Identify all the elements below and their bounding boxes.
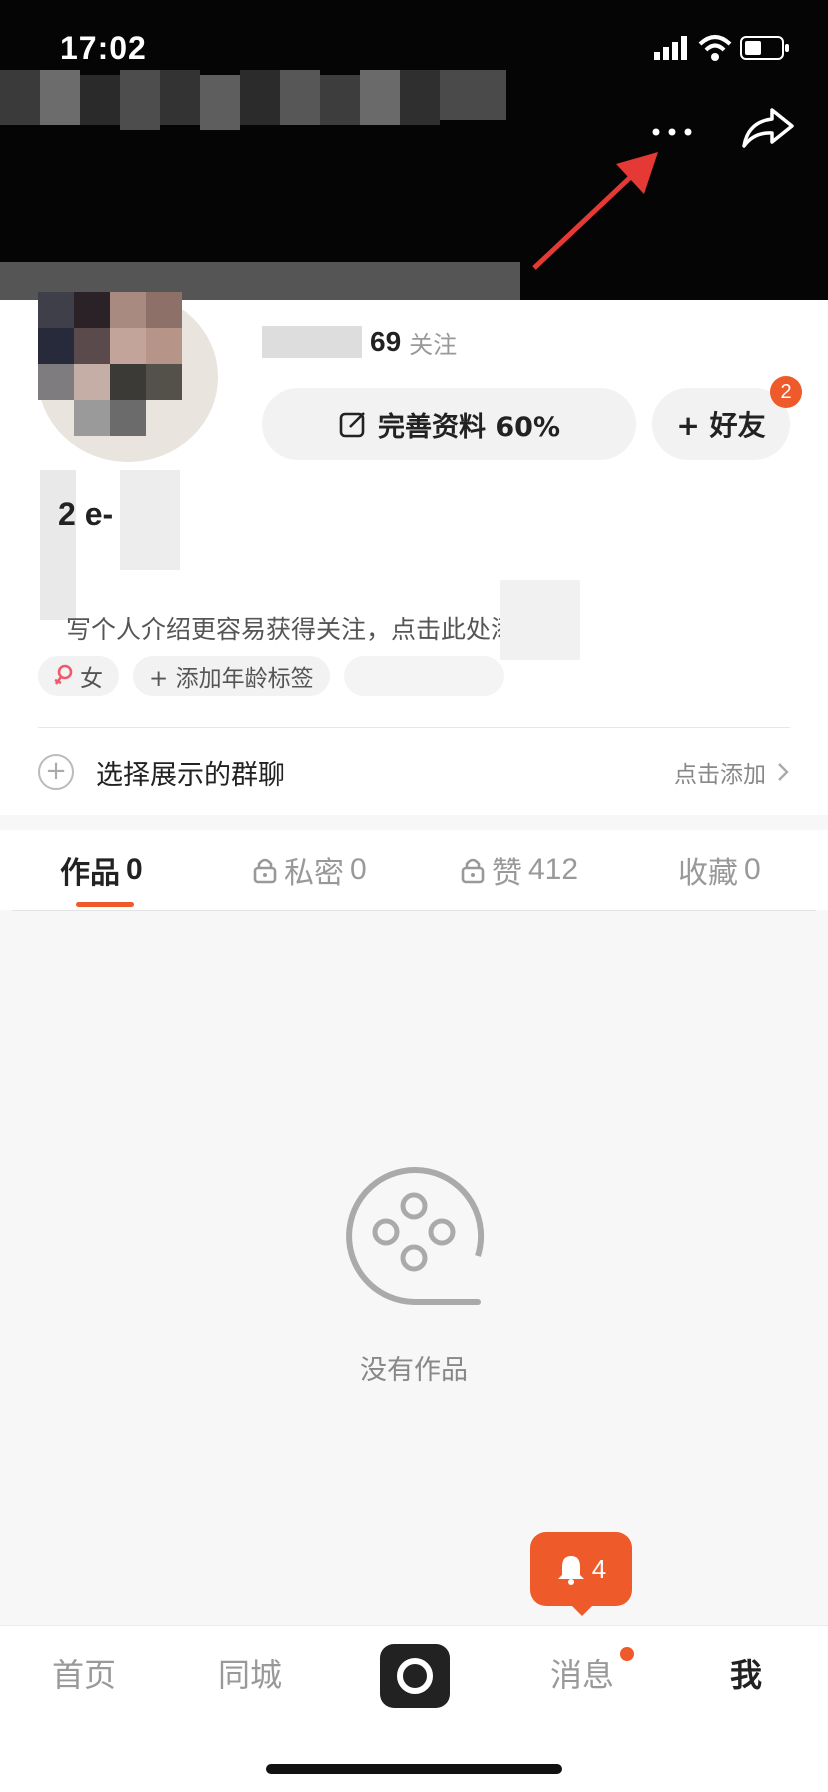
add-friend-label: + 好友 [676,409,766,442]
add-circle-icon: + [38,754,74,790]
tab-works[interactable]: 作品 0 [60,830,143,910]
status-time: 17:02 [60,30,147,66]
lock-icon [253,858,277,884]
nav-me[interactable]: 我 [730,1650,762,1696]
content-tabs: 作品 0 私密 0 赞 412 收藏 0 [0,830,828,910]
more-options-button[interactable] [648,112,696,152]
user-name: 2 e- [58,496,114,532]
censored-stat: 00 [262,326,362,358]
following-count[interactable]: 69 [370,326,401,358]
profile-header: 17:02 [0,0,828,300]
censored-name-block [120,470,180,570]
chevron-right-icon [778,763,789,781]
nav-messages[interactable]: 消息 [550,1650,614,1696]
censored-name-block [40,470,76,620]
complete-profile-button[interactable]: 完善资料 60% [262,388,636,460]
censored-overlay [500,580,580,660]
tab-likes-label: 赞 [492,857,522,890]
tab-works-count: 0 [126,853,143,886]
share-button[interactable] [740,104,796,152]
bubble-tail [570,1604,594,1616]
tab-favorites-label: 收藏 [678,857,738,890]
cellular-signal-icon [654,36,687,60]
wifi-icon [698,35,732,61]
home-indicator [266,1764,562,1774]
nav-camera-button[interactable] [380,1644,450,1708]
gender-tag-label: 女 [80,666,103,692]
add-friend-button[interactable]: + 好友 [652,388,790,460]
annotation-arrow [532,152,658,270]
complete-profile-label: 完善资料 60% [377,411,561,443]
tab-private-label: 私密 [284,857,344,890]
camera-record-icon [397,1658,433,1694]
tab-likes[interactable]: 赞 412 [460,830,578,910]
active-tab-indicator [76,902,134,907]
nav-home[interactable]: 首页 [52,1650,116,1696]
battery-icon [740,36,789,60]
edit-icon [339,412,365,438]
unread-dot [620,1647,634,1661]
tab-favorites-count: 0 [744,853,761,886]
notification-bubble[interactable]: 4 [530,1532,632,1606]
bell-icon [557,1556,584,1585]
notification-count: 4 [591,1553,607,1584]
tab-divider [12,910,816,911]
female-icon [54,664,73,685]
group-chat-action[interactable]: 点击添加 [674,755,766,789]
add-age-tag[interactable]: + 添加年龄标签 [133,656,330,696]
tab-private-count: 0 [350,853,367,886]
tab-private[interactable]: 私密 0 [252,830,367,910]
stats-row: 00 69 关注 [262,322,457,362]
censored-title-mosaic [0,70,510,140]
tag-list: 女 + 添加年龄标签 [38,656,504,696]
gender-tag[interactable]: 女 [38,656,119,696]
following-label[interactable]: 关注 [409,325,457,360]
friend-request-badge: 2 [770,376,802,408]
add-age-tag-label: + 添加年龄标签 [149,666,314,692]
bio-placeholder[interactable]: 写个人介绍更容易获得关注，点击此处添 [66,610,516,646]
lock-icon [461,858,485,884]
avatar[interactable] [38,272,218,462]
tab-favorites[interactable]: 收藏 0 [678,830,761,910]
censored-tag[interactable] [343,656,504,696]
group-chat-row[interactable]: + 选择展示的群聊 点击添加 [38,742,790,802]
empty-state-text: 没有作品 [360,1355,468,1386]
tab-likes-count: 412 [528,853,579,886]
tab-works-label: 作品 [60,857,120,890]
nav-nearby[interactable]: 同城 [218,1650,282,1696]
group-chat-label: 选择展示的群聊 [96,759,285,791]
film-reel-icon [346,1167,485,1305]
divider [38,727,790,728]
